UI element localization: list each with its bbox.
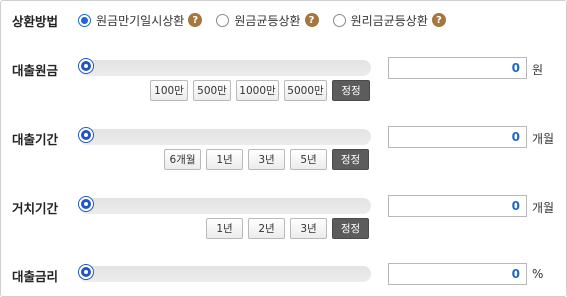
period-slider-thumb[interactable]: [79, 128, 93, 142]
period-1y-button[interactable]: 1년: [206, 149, 243, 170]
period-6m-button[interactable]: 6개월: [164, 149, 201, 170]
principal-1000-button[interactable]: 1000만: [236, 80, 279, 101]
principal-quick-buttons: 100만 500만 1000만 5000만 정정: [150, 80, 370, 101]
principal-slider[interactable]: [79, 59, 371, 76]
principal-5000-button[interactable]: 5000만: [284, 80, 327, 101]
radio-bullet-repayment[interactable]: [78, 13, 91, 27]
option-equal-installment-label: 원리금균등상환: [350, 13, 428, 28]
principal-label: 대출원금: [12, 63, 59, 78]
principal-input[interactable]: 0: [388, 57, 527, 79]
grace-slider-thumb[interactable]: [79, 197, 93, 211]
repayment-method-title: 상환방법: [12, 13, 59, 29]
grace-label: 거치기간: [12, 201, 59, 216]
period-3y-button[interactable]: 3년: [248, 149, 285, 170]
period-quick-buttons: 6개월 1년 3년 5년 정정: [164, 149, 369, 170]
principal-unit: 원: [532, 63, 544, 77]
rate-slider-thumb[interactable]: [79, 265, 93, 279]
rate-input[interactable]: 0: [388, 263, 527, 285]
grace-unit: 개월: [532, 201, 555, 215]
period-slider[interactable]: [79, 128, 371, 145]
period-label: 대출기간: [12, 132, 59, 147]
repayment-method-row: 상환방법 원금만기일시상환 ? 원금균등상환 ? 원리금균등상환 ?: [12, 10, 460, 30]
principal-500-button[interactable]: 500만: [193, 80, 231, 101]
option-equal-principal[interactable]: 원금균등상환 ?: [216, 12, 319, 29]
rate-label: 대출금리: [12, 269, 59, 284]
help-icon[interactable]: ?: [188, 13, 203, 27]
option-bullet-repayment-label: 원금만기일시상환: [96, 13, 185, 28]
period-input[interactable]: 0: [388, 126, 527, 148]
radio-equal-installment[interactable]: [332, 13, 346, 27]
grace-slider[interactable]: [79, 197, 371, 214]
grace-1y-button[interactable]: 1년: [206, 218, 243, 239]
principal-reset-button[interactable]: 정정: [332, 80, 370, 101]
grace-input[interactable]: 0: [388, 195, 527, 217]
principal-100-button[interactable]: 100만: [150, 80, 188, 101]
radio-equal-principal[interactable]: [216, 13, 230, 27]
help-icon[interactable]: ?: [431, 13, 446, 27]
option-bullet-repayment[interactable]: 원금만기일시상환 ?: [78, 12, 203, 29]
help-icon[interactable]: ?: [304, 13, 319, 27]
grace-2y-button[interactable]: 2년: [248, 218, 285, 239]
principal-slider-thumb[interactable]: [79, 59, 93, 73]
period-unit: 개월: [532, 132, 555, 146]
rate-unit: %: [532, 267, 544, 281]
rate-slider[interactable]: [79, 265, 371, 282]
period-reset-button[interactable]: 정정: [332, 149, 369, 170]
calculator-panel: 상환방법 원금만기일시상환 ? 원금균등상환 ? 원리금균등상환 ? 대출원금 …: [0, 0, 567, 297]
grace-quick-buttons: 1년 2년 3년 정정: [206, 218, 369, 239]
period-5y-button[interactable]: 5년: [290, 149, 327, 170]
option-equal-installment[interactable]: 원리금균등상환 ?: [332, 12, 446, 29]
grace-reset-button[interactable]: 정정: [332, 218, 369, 239]
grace-3y-button[interactable]: 3년: [290, 218, 327, 239]
option-equal-principal-label: 원금균등상환: [234, 13, 301, 28]
